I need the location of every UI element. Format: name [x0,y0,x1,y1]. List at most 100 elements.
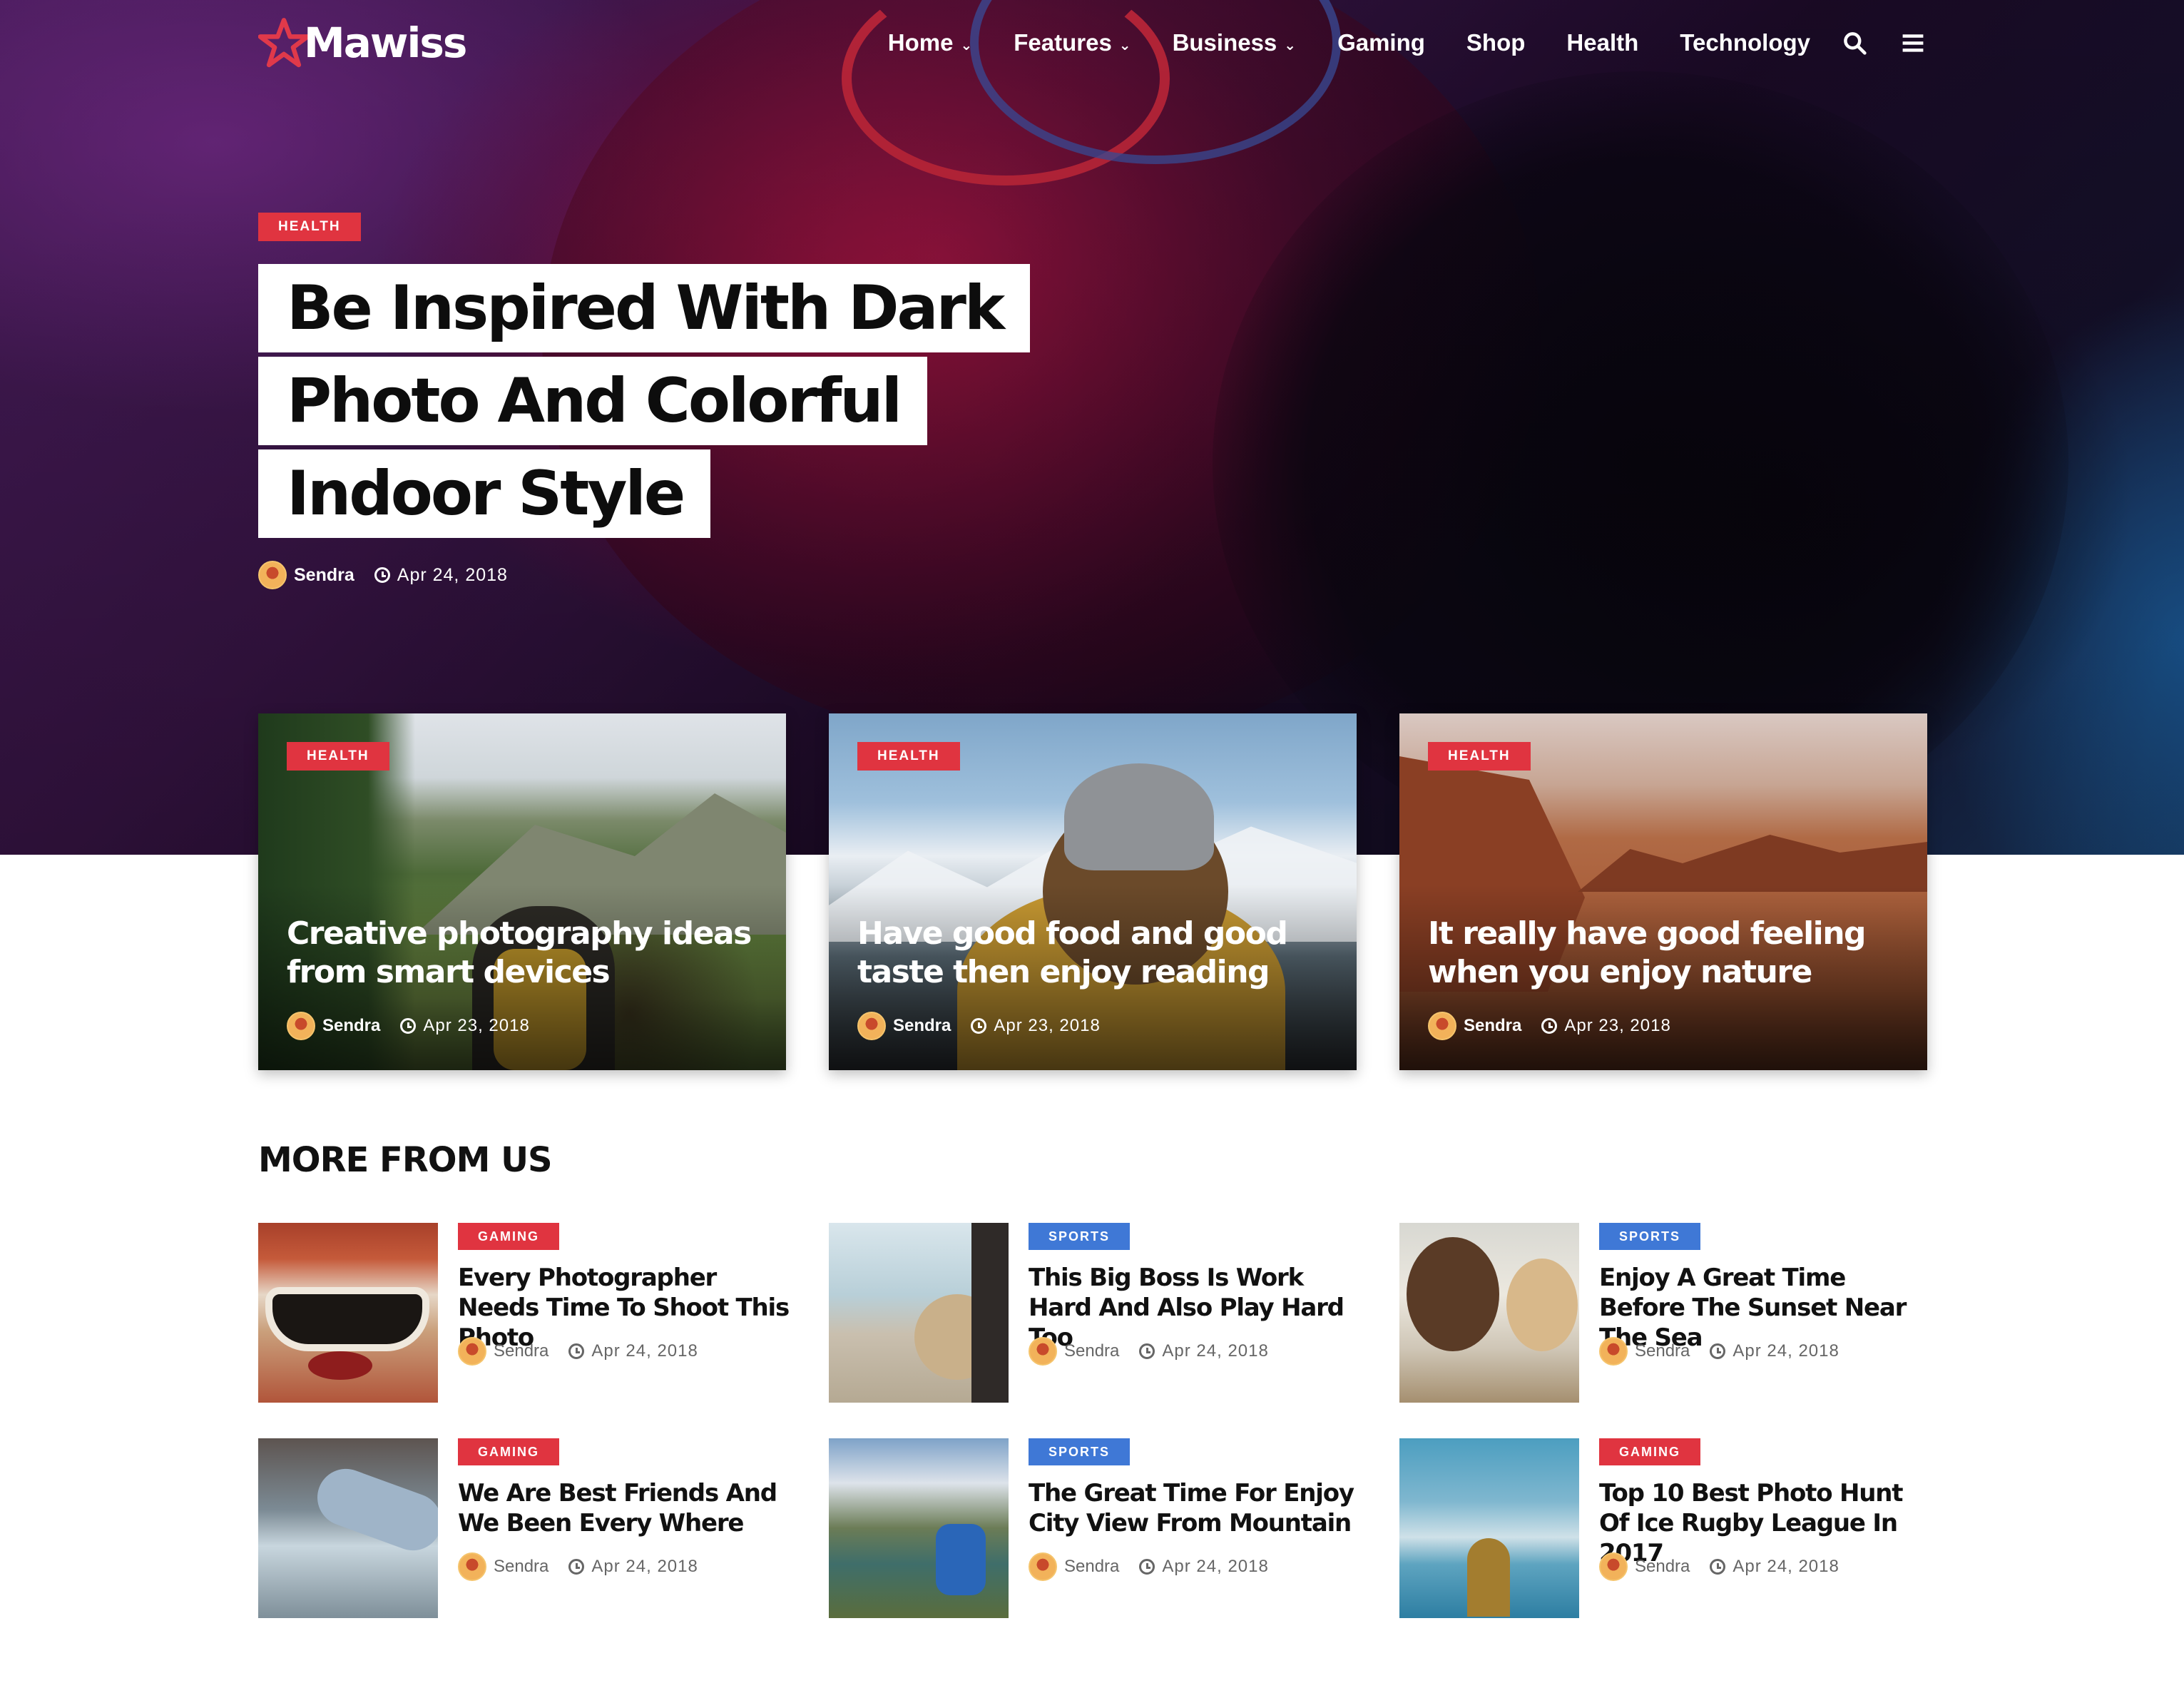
clock-icon [971,1018,987,1034]
card-title[interactable]: Have good food and good taste then enjoy… [857,915,1342,992]
featured-card[interactable]: HEALTH Creative photography ideas from s… [258,713,786,1070]
post-item: SPORTS The Great Time For Enjoy City Vie… [829,1438,1371,1618]
site-logo[interactable]: Mawiss [258,14,467,71]
category-badge[interactable]: GAMING [458,1223,559,1250]
post-meta: Sendra Apr 24, 2018 [458,1337,698,1366]
post-item: GAMING Every Photographer Needs Time To … [258,1223,800,1403]
nav-item-technology[interactable]: Technology [1680,29,1810,56]
avatar [458,1552,486,1581]
author-link[interactable]: Sendra [1635,1341,1690,1361]
post-date: Apr 24, 2018 [1733,1557,1839,1576]
clock-icon [568,1343,585,1359]
nav-label: Home [887,29,954,56]
chevron-down-icon: ⌄ [1118,37,1131,54]
post-thumbnail[interactable] [258,1438,438,1618]
author-link[interactable]: Sendra [494,1341,548,1361]
post-date: Apr 23, 2018 [994,1016,1101,1035]
nav-label: Business [1172,29,1277,56]
author-link[interactable]: Sendra [1064,1341,1119,1361]
nav-item-home[interactable]: Home ⌄ [888,29,972,56]
hero-title[interactable]: Be Inspired With Dark Photo And Colorful… [258,264,1031,542]
nav-label: Health [1566,29,1639,56]
author-link[interactable]: Sendra [322,1016,380,1036]
section-title: MORE FROM US [258,1140,553,1180]
author-link[interactable]: Sendra [1464,1016,1521,1036]
avatar [1428,1012,1456,1040]
clock-icon [1541,1018,1558,1034]
post-item: GAMING We Are Best Friends And We Been E… [258,1438,800,1618]
author-link[interactable]: Sendra [1635,1557,1690,1577]
hero-title-line[interactable]: Be Inspired With Dark [258,264,1031,352]
post-meta: Sendra Apr 24, 2018 [458,1552,698,1581]
main-nav: Home ⌄ Features ⌄ Business ⌄ Gaming Shop He… [888,21,1927,64]
post-thumbnail[interactable] [829,1438,1009,1618]
post-title[interactable]: We Are Best Friends And We Been Every Wh… [458,1478,793,1538]
site-header: Mawiss Home ⌄ Features ⌄ Business ⌄ Gaming … [0,0,2184,86]
nav-label: Shop [1466,29,1526,56]
hero-meta: Sendra Apr 24, 2018 [258,561,508,589]
search-button[interactable] [1840,29,1869,57]
menu-icon [1902,34,1924,52]
nav-item-health[interactable]: Health [1566,29,1638,56]
post-date: Apr 24, 2018 [591,1557,698,1576]
card-title[interactable]: Creative photography ideas from smart de… [287,915,772,992]
chevron-down-icon: ⌄ [1284,37,1297,54]
avatar [1599,1337,1628,1366]
card-title[interactable]: It really have good feeling when you enj… [1428,915,1913,992]
author-link[interactable]: Sendra [1064,1557,1119,1577]
category-badge[interactable]: GAMING [1599,1438,1700,1465]
clock-icon [1710,1343,1726,1359]
post-meta: Sendra Apr 24, 2018 [1029,1552,1269,1581]
author-link[interactable]: Sendra [893,1016,951,1036]
category-badge[interactable]: HEALTH [287,742,389,771]
post-item: SPORTS Enjoy A Great Time Before The Sun… [1399,1223,1941,1403]
avatar [1029,1337,1057,1366]
chevron-down-icon: ⌄ [960,37,973,54]
post-item: SPORTS This Big Boss Is Work Hard And Al… [829,1223,1371,1403]
category-badge[interactable]: HEALTH [1428,742,1531,771]
search-icon [1844,32,1867,55]
post-title[interactable]: The Great Time For Enjoy City View From … [1029,1478,1364,1538]
avatar [1029,1552,1057,1581]
nav-item-shop[interactable]: Shop [1466,29,1525,56]
hero-title-line[interactable]: Indoor Style [258,449,711,538]
category-badge[interactable]: SPORTS [1029,1438,1131,1465]
featured-card[interactable]: HEALTH Have good food and good taste the… [829,713,1357,1070]
logo-text: Mawiss [304,19,467,67]
nav-item-business[interactable]: Business ⌄ [1173,29,1297,56]
nav-label: Technology [1680,29,1810,56]
avatar [1599,1552,1628,1581]
clock-icon [400,1018,417,1034]
nav-item-gaming[interactable]: Gaming [1337,29,1425,56]
clock-icon [1710,1559,1726,1575]
clock-icon [568,1559,585,1575]
post-date: Apr 24, 2018 [591,1341,698,1361]
post-date: Apr 24, 2018 [1162,1341,1269,1361]
category-badge[interactable]: SPORTS [1599,1223,1701,1250]
category-badge[interactable]: GAMING [458,1438,559,1465]
post-meta: Sendra Apr 24, 2018 [1029,1337,1269,1366]
avatar [458,1337,486,1366]
hero-category-badge[interactable]: HEALTH [258,213,361,241]
clock-icon [1139,1559,1155,1575]
post-item: GAMING Top 10 Best Photo Hunt Of Ice Rug… [1399,1438,1941,1618]
menu-button[interactable] [1899,29,1927,57]
nav-label: Features [1014,29,1112,56]
hero-title-line[interactable]: Photo And Colorful [258,357,928,445]
featured-card[interactable]: HEALTH It really have good feeling when … [1399,713,1927,1070]
nav-label: Gaming [1337,29,1425,56]
post-thumbnail[interactable] [258,1223,438,1403]
nav-item-features[interactable]: Features ⌄ [1014,29,1131,56]
clock-icon [1139,1343,1155,1359]
avatar [258,561,287,589]
author-link[interactable]: Sendra [494,1557,548,1577]
category-badge[interactable]: HEALTH [857,742,960,771]
author-link[interactable]: Sendra [294,565,354,586]
category-badge[interactable]: SPORTS [1029,1223,1131,1250]
star-icon [258,18,310,68]
post-meta: Sendra Apr 24, 2018 [1599,1337,1839,1366]
post-thumbnail[interactable] [1399,1223,1579,1403]
avatar [287,1012,315,1040]
post-thumbnail[interactable] [829,1223,1009,1403]
post-thumbnail[interactable] [1399,1438,1579,1618]
